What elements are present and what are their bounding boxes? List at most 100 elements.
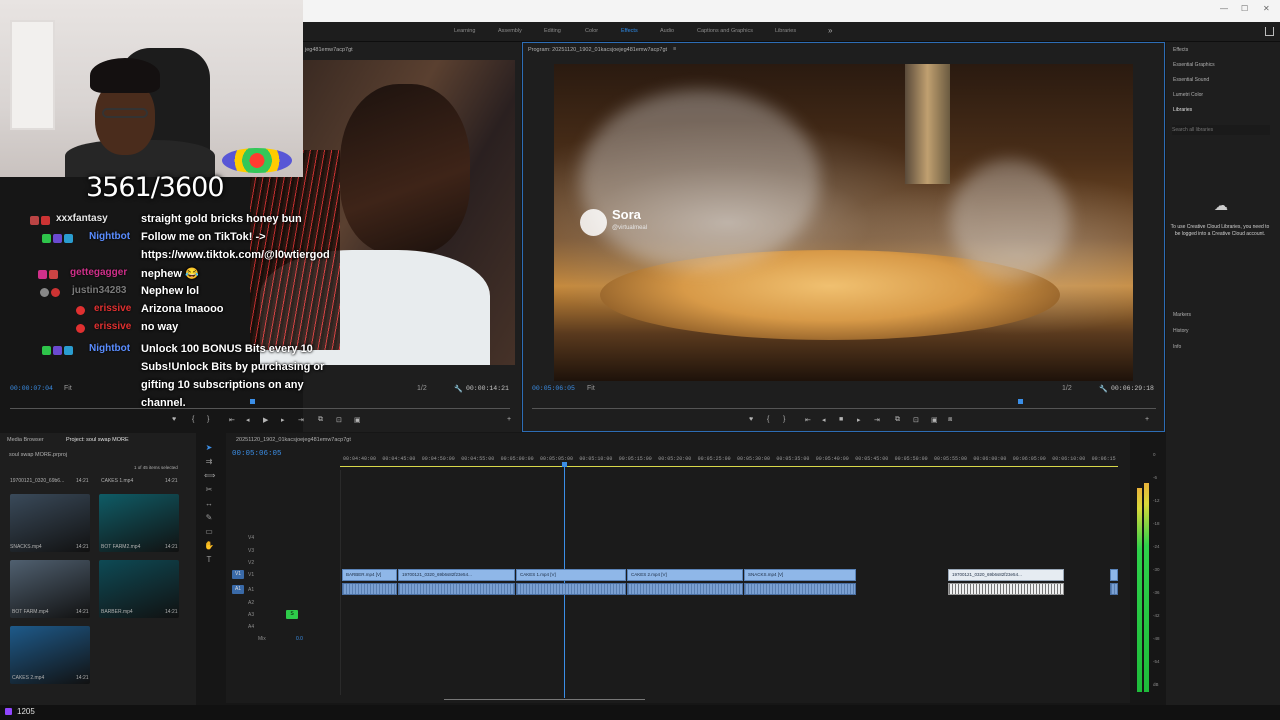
video-clip[interactable]: CAKES 1.mp4 [V] (516, 569, 626, 581)
audio-clip[interactable] (398, 583, 515, 595)
source-fit-select[interactable]: Fit (64, 385, 72, 392)
program-scrubber[interactable] (532, 408, 1156, 409)
track-name[interactable]: A3 (248, 612, 254, 618)
mix-value[interactable]: 0.0 (296, 636, 303, 642)
share-icon[interactable] (1265, 27, 1274, 36)
program-resolution[interactable]: 1/2 (1062, 385, 1072, 392)
selection-tool-icon[interactable]: ➤ (204, 444, 214, 452)
video-clip[interactable]: CAKES 2.mp4 [V] (627, 569, 743, 581)
source-play-icon[interactable]: ▶ (263, 416, 268, 424)
program-add-button-icon[interactable]: + (1145, 416, 1149, 423)
track-name[interactable]: V3 (248, 548, 254, 554)
track-name[interactable]: A1 (248, 587, 254, 593)
video-clip[interactable]: BARBER.mp4 [V] (342, 569, 397, 581)
close-button[interactable]: ✕ (1263, 4, 1270, 13)
workspace-tab-libraries[interactable]: Libraries (775, 28, 796, 34)
program-stop-icon[interactable]: ■ (839, 416, 843, 423)
source-step-forward-icon[interactable]: ▸ (281, 416, 285, 424)
workspace-tab-learning[interactable]: Learning (454, 28, 475, 34)
program-out-icon[interactable]: } (783, 416, 785, 423)
libraries-search-input[interactable] (1172, 125, 1270, 135)
source-resolution[interactable]: 1/2 (417, 385, 427, 392)
timeline-zoom-scrollbar[interactable] (444, 699, 645, 700)
source-wrench-icon[interactable]: 🔧 (454, 385, 463, 393)
source-export-frame-icon[interactable]: ▣ (354, 416, 361, 424)
program-timecode[interactable]: 00:05:06:05 (532, 385, 575, 392)
timeline-playhead-line[interactable] (564, 466, 565, 698)
program-step-forward-icon[interactable]: ▸ (857, 416, 861, 424)
tab-project[interactable]: Project: soul swap MORE (66, 437, 129, 443)
program-extract-icon[interactable]: ⊡ (913, 416, 919, 424)
audio-clip[interactable] (1110, 583, 1118, 595)
workspace-tab-editing[interactable]: Editing (544, 28, 561, 34)
track-name[interactable]: V1 (248, 572, 254, 578)
pen-tool-icon[interactable]: ✎ (204, 514, 214, 522)
audio-clip[interactable] (627, 583, 743, 595)
workspace-tab-audio[interactable]: Audio (660, 28, 674, 34)
program-in-icon[interactable]: { (767, 416, 769, 423)
program-fit-select[interactable]: Fit (587, 385, 595, 392)
track-name[interactable]: A4 (248, 624, 254, 630)
rectangle-tool-icon[interactable]: ▭ (204, 528, 214, 536)
program-goto-in-icon[interactable]: ⇤ (805, 416, 811, 424)
program-playhead[interactable] (1018, 399, 1023, 404)
workspace-overflow-icon[interactable]: » (828, 26, 832, 35)
source-step-back-icon[interactable]: ◂ (246, 416, 250, 424)
source-overwrite-icon[interactable]: ⊡ (336, 416, 342, 424)
source-playhead[interactable] (250, 399, 255, 404)
type-tool-icon[interactable]: T (204, 556, 214, 564)
source-monitor-title[interactable]: jeg481emw7acp7gt (305, 47, 353, 53)
sequence-tab[interactable]: 20251120_1902_01kacsjoejeg481emw7acp7gt (236, 437, 351, 443)
slip-tool-icon[interactable]: ↔ (204, 500, 214, 508)
video-clip[interactable] (1110, 569, 1118, 581)
timeline-timecode[interactable]: 00:05:06:05 (232, 450, 282, 458)
track-select-tool-icon[interactable]: ⇉ (204, 458, 214, 466)
program-goto-out-icon[interactable]: ⇥ (874, 416, 880, 424)
maximize-button[interactable]: ☐ (1241, 4, 1248, 13)
minimize-button[interactable]: — (1220, 4, 1228, 13)
panel-essential-sound[interactable]: Essential Sound (1173, 77, 1209, 83)
track-name[interactable]: V4 (248, 535, 254, 541)
ripple-tool-icon[interactable]: ⟺ (204, 472, 215, 480)
video-clip[interactable]: 19700121_0320_69b6s82f23e54... (948, 569, 1064, 581)
panel-lumetri-color[interactable]: Lumetri Color (1173, 92, 1203, 98)
track-name[interactable]: A2 (248, 600, 254, 606)
panel-history[interactable]: History (1173, 328, 1189, 334)
program-compare-icon[interactable]: ⧈ (948, 416, 952, 424)
source-out-icon[interactable]: } (207, 416, 209, 423)
work-area-bar[interactable] (340, 466, 1118, 467)
workspace-tab-assembly[interactable]: Assembly (498, 28, 522, 34)
audio-clip[interactable] (948, 583, 1064, 595)
source-in-icon[interactable]: { (192, 416, 194, 423)
tab-media-browser[interactable]: Media Browser (7, 437, 44, 443)
source-add-button-icon[interactable]: + (507, 416, 511, 423)
track-target-a1[interactable]: A1 (232, 585, 244, 594)
source-timecode[interactable]: 00:00:07:04 (10, 385, 53, 392)
program-wrench-icon[interactable]: 🔧 (1099, 385, 1108, 393)
source-scrubber[interactable] (10, 408, 510, 409)
workspace-tab-effects[interactable]: Effects (621, 28, 638, 34)
source-goto-in-icon[interactable]: ⇤ (229, 416, 235, 424)
program-marker-icon[interactable]: ♥ (749, 416, 753, 423)
program-step-back-icon[interactable]: ◂ (822, 416, 826, 424)
panel-libraries[interactable]: Libraries (1173, 107, 1192, 113)
razor-tool-icon[interactable]: ✂ (204, 486, 214, 494)
audio-clip[interactable] (342, 583, 397, 595)
panel-effects[interactable]: Effects (1173, 47, 1188, 53)
source-goto-out-icon[interactable]: ⇥ (298, 416, 304, 424)
program-lift-icon[interactable]: ⧉ (895, 416, 900, 424)
panel-info[interactable]: Info (1173, 344, 1181, 350)
track-target-v1[interactable]: V1 (232, 570, 244, 579)
audio-clip[interactable] (744, 583, 856, 595)
panel-markers[interactable]: Markers (1173, 312, 1191, 318)
hand-tool-icon[interactable]: ✋ (204, 542, 214, 550)
audio-clip[interactable] (516, 583, 626, 595)
source-insert-icon[interactable]: ⧉ (318, 416, 323, 424)
workspace-tab-color[interactable]: Color (585, 28, 598, 34)
video-clip[interactable]: 19700121_0320_69b6s82f23e54... (398, 569, 515, 581)
program-export-frame-icon[interactable]: ▣ (931, 416, 938, 424)
workspace-tab-captions[interactable]: Captions and Graphics (697, 28, 753, 34)
solo-button[interactable]: S (286, 610, 298, 619)
panel-essential-graphics[interactable]: Essential Graphics (1173, 62, 1215, 68)
track-name[interactable]: V2 (248, 560, 254, 566)
